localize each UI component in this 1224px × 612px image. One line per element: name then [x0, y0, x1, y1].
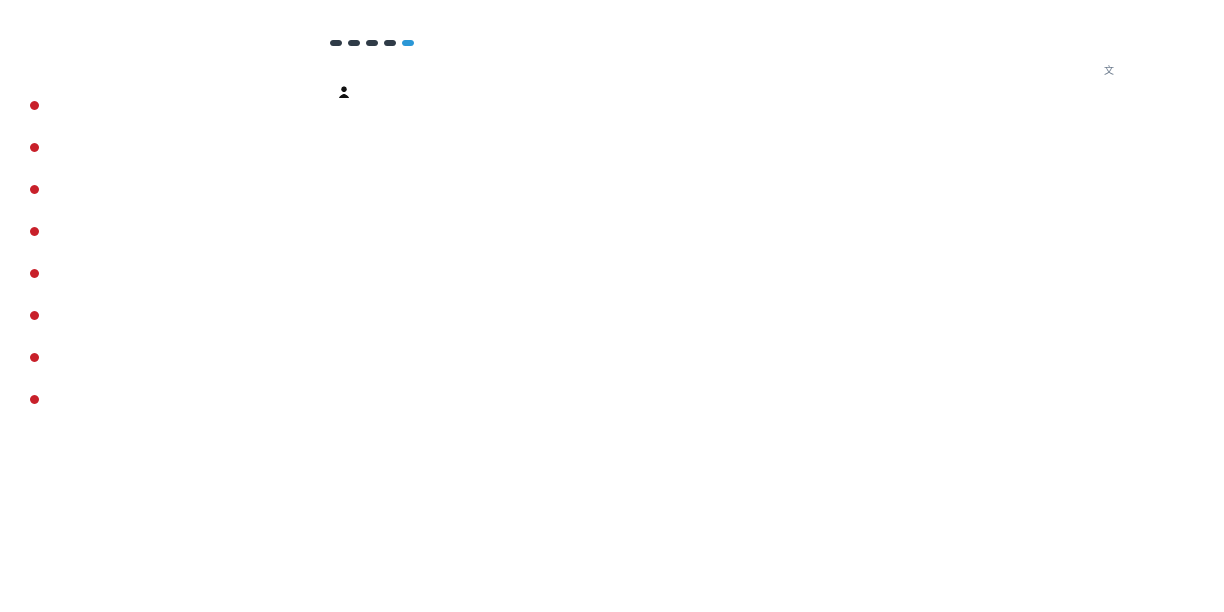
tag[interactable]: [348, 40, 360, 46]
timeline-item[interactable]: [24, 184, 274, 202]
tag-highlight[interactable]: [402, 40, 414, 46]
timeline: [24, 100, 274, 412]
page: 文: [0, 0, 1224, 612]
timeline-sidebar: [24, 36, 274, 436]
timeline-item[interactable]: [24, 310, 274, 328]
tag[interactable]: [366, 40, 378, 46]
timeline-dot-icon: [30, 227, 39, 236]
timeline-dot-icon: [30, 353, 39, 362]
timeline-dot-icon: [30, 269, 39, 278]
article: [330, 36, 1050, 98]
timeline-dot-icon: [30, 395, 39, 404]
timeline-dot-icon: [30, 185, 39, 194]
timeline-dot-icon: [30, 101, 39, 110]
timeline-item[interactable]: [24, 100, 274, 118]
user-icon: [339, 86, 349, 98]
translate-icon: 文: [1104, 66, 1114, 77]
timeline-item[interactable]: [24, 352, 274, 370]
timeline-dot-icon: [30, 311, 39, 320]
timeline-item[interactable]: [24, 142, 274, 160]
timeline-dot-icon: [30, 143, 39, 152]
timeline-item[interactable]: [24, 268, 274, 286]
language-switcher[interactable]: 文: [1104, 64, 1204, 80]
timeline-item[interactable]: [24, 226, 274, 244]
tag[interactable]: [384, 40, 396, 46]
tag[interactable]: [330, 40, 342, 46]
tag-list: [330, 40, 770, 46]
right-sidebar: 文: [1104, 64, 1204, 114]
timeline-item[interactable]: [24, 394, 274, 412]
